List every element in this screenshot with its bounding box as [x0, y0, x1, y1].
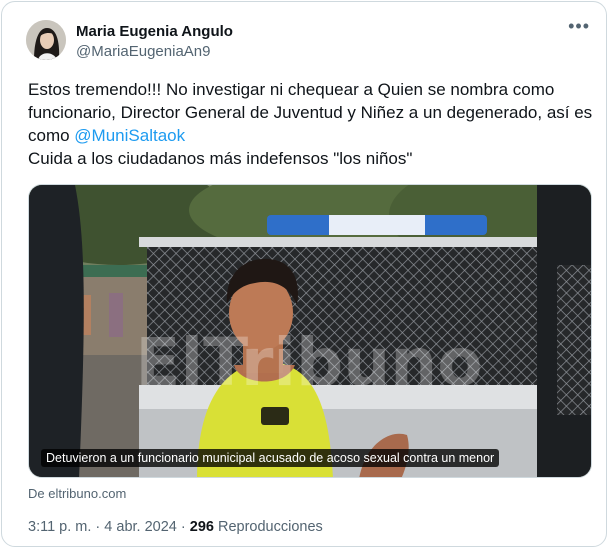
views-label: Reproducciones — [213, 519, 323, 535]
more-horizontal-icon[interactable]: ••• — [568, 16, 590, 37]
tweet-timestamp[interactable]: 3:11 p. m. · 4 abr. 2024 · — [28, 519, 190, 535]
tweet-meta: 3:11 p. m. · 4 abr. 2024 · 296 Reproducc… — [28, 519, 323, 535]
author-handle[interactable]: @MariaEugeniaAn9 — [76, 43, 210, 60]
link-card-title[interactable]: Detuvieron a un funcionario municipal ac… — [41, 449, 500, 467]
views-count: 296 — [189, 519, 214, 535]
watermark-logo: ElTribuno — [135, 324, 482, 401]
avatar-image — [26, 20, 66, 60]
tweet-text: Estos tremendo!!! No investigar ni chequ… — [28, 78, 593, 170]
news-photo: ElTribuno — [29, 185, 591, 477]
avatar[interactable] — [26, 20, 66, 60]
mention-link[interactable]: @MuniSaltaok — [74, 126, 185, 145]
tweet-card[interactable]: Maria Eugenia Angulo @MariaEugeniaAn9 ••… — [1, 1, 607, 547]
link-card-media[interactable]: ElTribuno Detuvieron a un funcionario mu… — [28, 184, 592, 478]
author-name[interactable]: Maria Eugenia Angulo — [76, 23, 233, 40]
tweet-text-line2: Cuida a los ciudadanos más indefensos "l… — [28, 149, 413, 168]
link-source[interactable]: De eltribuno.com — [28, 486, 126, 501]
